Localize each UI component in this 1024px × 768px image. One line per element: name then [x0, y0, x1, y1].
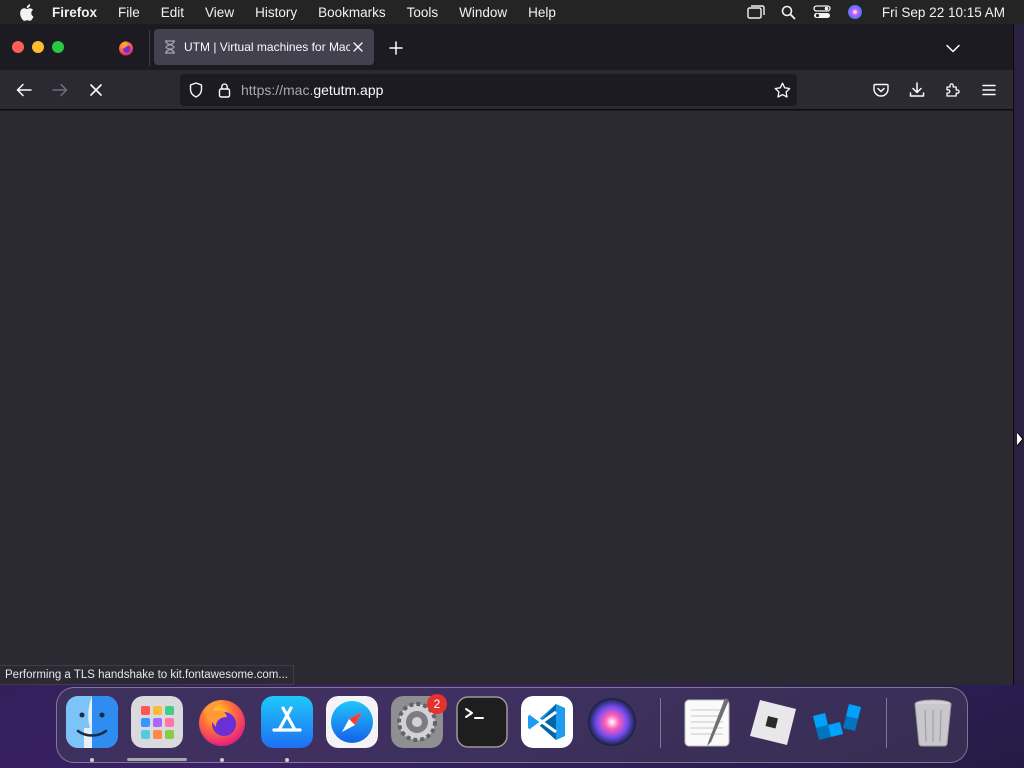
page-content-area[interactable]: [0, 111, 1013, 685]
system-settings-notification-badge: 2: [427, 694, 447, 714]
dock-textedit-icon[interactable]: [681, 696, 733, 748]
status-text: Performing a TLS handshake to kit.fontaw…: [5, 669, 288, 681]
tab-strip: UTM | Virtual machines for Mac: [0, 24, 1013, 70]
extensions-puzzle-icon[interactable]: [943, 80, 963, 100]
dock-firefox-icon[interactable]: [196, 696, 248, 748]
firefox-window: UTM | Virtual machines for Mac https://m…: [0, 24, 1014, 685]
new-tab-button[interactable]: [386, 38, 406, 58]
tab-close-icon[interactable]: [350, 39, 366, 55]
downloads-icon[interactable]: [907, 80, 927, 100]
dock-roblox-studio-icon[interactable]: [811, 696, 863, 748]
dock-siri-icon[interactable]: [586, 696, 638, 748]
menu-file[interactable]: File: [118, 5, 140, 20]
window-minimize-button[interactable]: [32, 41, 44, 53]
window-zoom-button[interactable]: [52, 41, 64, 53]
url-protocol: https://mac.: [241, 82, 314, 98]
back-arrow-icon[interactable]: [14, 80, 34, 100]
control-center-icon[interactable]: [812, 4, 832, 20]
dock-safari-icon[interactable]: [326, 696, 378, 748]
bookmark-star-icon[interactable]: [773, 81, 791, 99]
dock-running-indicator: [90, 758, 94, 762]
spotlight-search-icon[interactable]: [779, 4, 799, 20]
dock-vscode-icon[interactable]: [521, 696, 573, 748]
apple-menu-icon[interactable]: [19, 3, 35, 21]
menu-help[interactable]: Help: [528, 5, 556, 20]
menu-bar-clock[interactable]: Fri Sep 22 10:15 AM: [882, 5, 1005, 20]
macos-dock: 2: [56, 687, 968, 763]
tab-divider: [149, 30, 150, 66]
dock-launchpad-indicator: [127, 758, 187, 761]
list-all-tabs-chevron-down-icon[interactable]: [943, 38, 963, 58]
pinned-tab-firefox-icon[interactable]: [113, 36, 139, 60]
dock-trash-icon[interactable]: [907, 696, 959, 748]
tab-active[interactable]: UTM | Virtual machines for Mac: [154, 29, 374, 65]
window-close-button[interactable]: [12, 41, 24, 53]
dock-roblox-icon[interactable]: [746, 696, 798, 748]
url-host: getutm.app: [313, 82, 384, 98]
url-text: https://mac.getutm.app: [241, 82, 383, 98]
menu-window[interactable]: Window: [459, 5, 507, 20]
tab-title: UTM | Virtual machines for Mac: [184, 40, 350, 54]
stop-loading-close-icon[interactable]: [86, 80, 106, 100]
pocket-icon[interactable]: [871, 80, 891, 100]
address-bar[interactable]: https://mac.getutm.app: [180, 74, 797, 106]
menu-history[interactable]: History: [255, 5, 297, 20]
hamburger-menu-icon[interactable]: [979, 80, 999, 100]
dock-finder-icon[interactable]: [66, 696, 118, 748]
dock-separator: [660, 698, 661, 748]
dock-running-indicator: [285, 758, 289, 762]
screen-mirroring-icon[interactable]: [746, 4, 766, 20]
forward-arrow-icon[interactable]: [50, 80, 70, 100]
resize-cursor-icon: [1016, 431, 1024, 447]
macos-menu-bar: Firefox File Edit View History Bookmarks…: [0, 0, 1024, 24]
status-panel: Performing a TLS handshake to kit.fontaw…: [0, 665, 294, 685]
menu-edit[interactable]: Edit: [161, 5, 184, 20]
dock-running-indicator: [220, 758, 224, 762]
lock-icon[interactable]: [215, 81, 233, 99]
navigation-toolbar: https://mac.getutm.app: [0, 70, 1013, 110]
desktop-background: [1014, 24, 1024, 685]
siri-icon[interactable]: [845, 4, 865, 20]
tracking-protection-shield-icon[interactable]: [187, 81, 205, 99]
menu-bookmarks[interactable]: Bookmarks: [318, 5, 386, 20]
dock-terminal-icon[interactable]: [456, 696, 508, 748]
menu-tools[interactable]: Tools: [407, 5, 439, 20]
dock-launchpad-icon[interactable]: [131, 696, 183, 748]
dock-separator: [886, 698, 887, 748]
menu-app-name[interactable]: Firefox: [52, 5, 97, 20]
hourglass-icon: [162, 39, 178, 55]
menu-view[interactable]: View: [205, 5, 234, 20]
dock-app-store-icon[interactable]: [261, 696, 313, 748]
